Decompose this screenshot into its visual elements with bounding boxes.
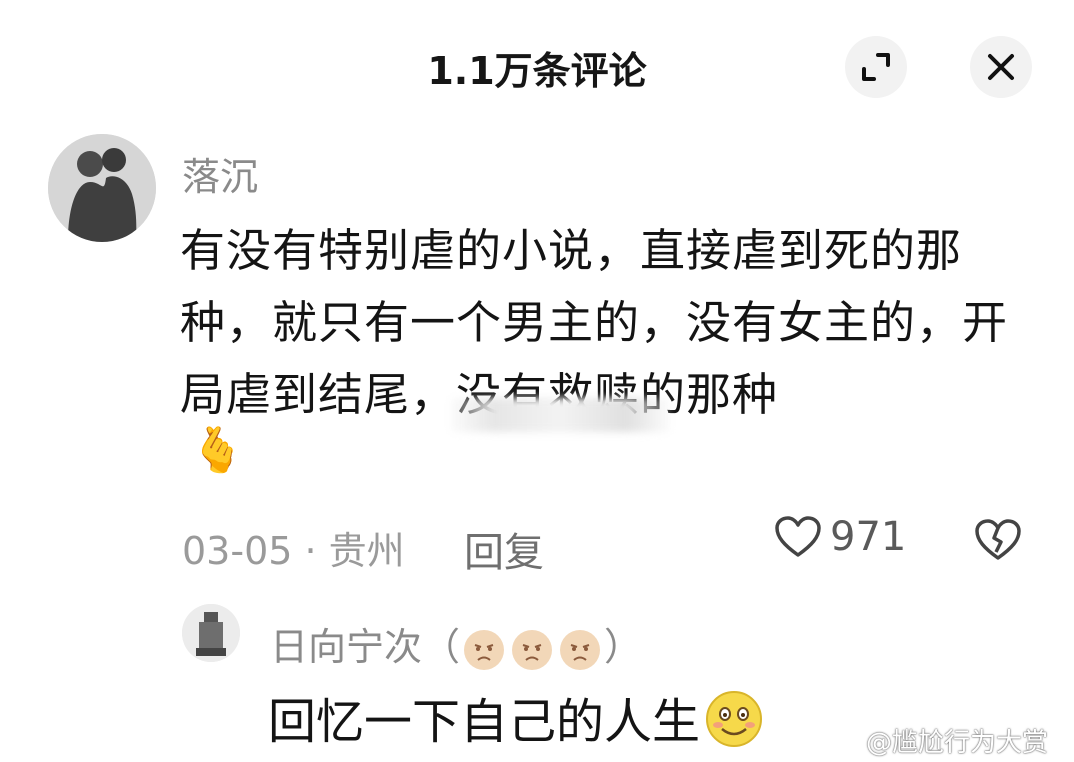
avatar-silhouette-icon [48,134,156,242]
angry-emoji-icon [464,629,505,670]
comments-title: 1.1万条评论 [427,49,647,93]
reply-button[interactable]: 回复 [464,520,544,578]
smile-emoji-icon [704,689,764,761]
like-button[interactable]: 971 [774,514,906,560]
like-count: 971 [830,514,907,560]
watermark: @尴尬行为大赏 [832,722,1048,759]
expand-button[interactable] [845,36,907,98]
expand-icon [862,53,890,81]
broken-heart-icon [975,519,1021,560]
watermark-text: @尴尬行为大赏 [866,728,1049,758]
comment-username[interactable]: 落沉 [182,146,258,201]
avatar[interactable] [48,134,156,242]
weibo-icon [833,729,860,753]
reply-username-close: ） [604,625,643,669]
heart-hand-emoji-icon: 🫰 [190,425,245,476]
reply-username-text: 日向宁次（ [270,625,461,669]
angry-emoji-icon [512,629,553,670]
reply-text: 回忆一下自己的人生 [268,682,764,761]
blurred-watermark [450,398,670,432]
comment-body: 有没有特别虐的小说，直接虐到死的那种，就只有一个男主的，没有女主的，开局虐到结尾… [180,224,1009,421]
reply-username[interactable]: 日向宁次（ ） [270,616,642,671]
close-icon [988,54,1014,80]
angry-emoji-icon [560,629,601,670]
comments-header: 1.1万条评论 [0,0,1074,130]
comment-meta: 03-05 · 贵州 [182,529,405,573]
reply-avatar[interactable] [182,604,240,662]
reply-avatar-figure-icon [182,604,240,662]
heart-icon [775,516,821,557]
close-button[interactable] [970,36,1032,98]
reply-body: 回忆一下自己的人生 [268,694,701,750]
dislike-button[interactable] [974,518,1022,566]
